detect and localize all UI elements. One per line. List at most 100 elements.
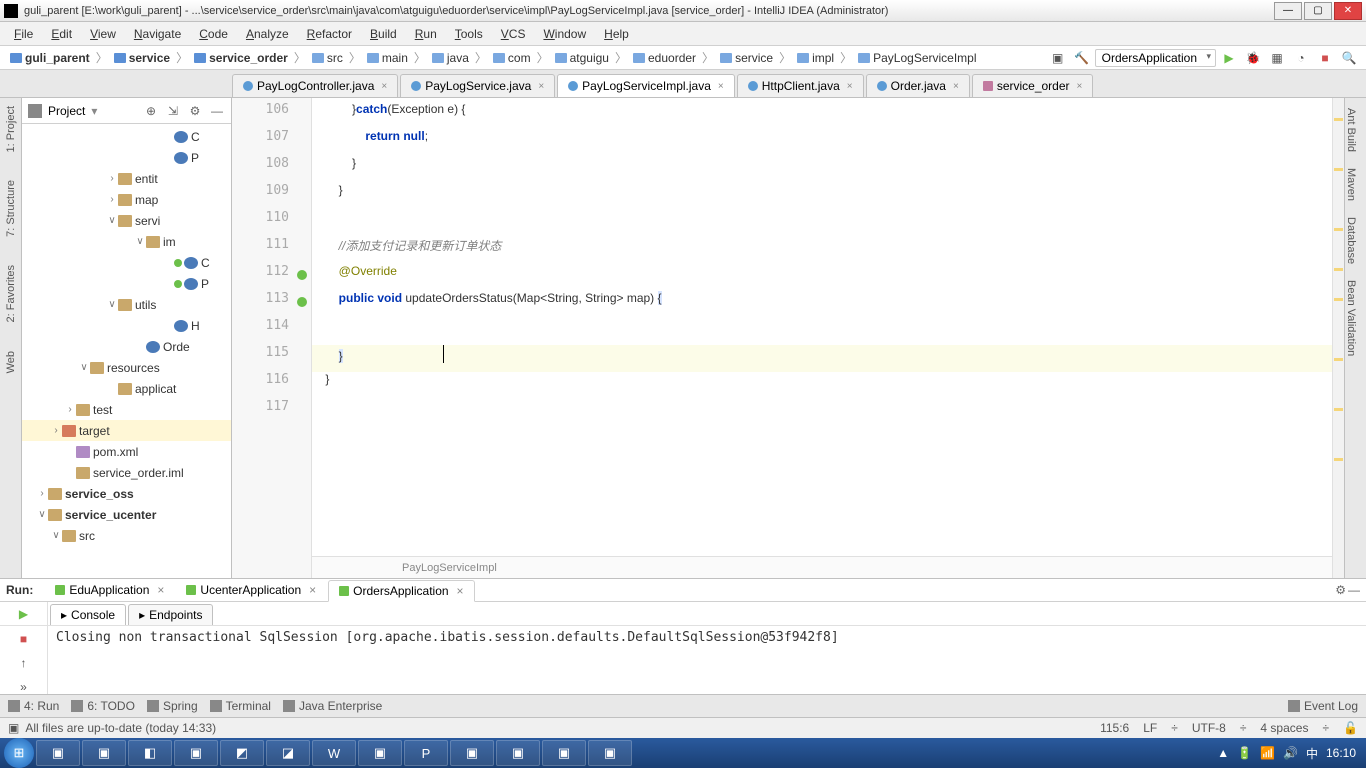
search-icon[interactable]: 🔍 — [1340, 49, 1358, 67]
tool-window-button[interactable]: 2: Favorites — [5, 261, 17, 326]
tree-item[interactable]: P — [22, 147, 231, 168]
status-sync-icon[interactable]: ▣ — [8, 721, 19, 735]
taskbar-app[interactable]: ▣ — [82, 740, 126, 766]
code-line[interactable] — [312, 210, 1332, 237]
breadcrumb-item[interactable]: java — [428, 50, 473, 66]
tree-item[interactable]: H — [22, 315, 231, 336]
tool-window-button[interactable]: Maven — [1345, 162, 1357, 207]
code-line[interactable]: return null; — [312, 129, 1332, 156]
tree-item[interactable]: applicat — [22, 378, 231, 399]
start-button[interactable]: ⊞ — [4, 738, 34, 768]
taskbar-app[interactable]: ◩ — [220, 740, 264, 766]
tree-item[interactable]: ∨servi — [22, 210, 231, 231]
profile-icon[interactable]: ◔ — [1292, 49, 1310, 67]
tray-battery-icon[interactable]: 🔋 — [1237, 746, 1252, 760]
close-tab-icon[interactable]: × — [1077, 81, 1083, 92]
bottom-tool-button[interactable]: Terminal — [210, 699, 271, 713]
nav-back-icon[interactable]: ▣ — [1049, 49, 1067, 67]
menu-help[interactable]: Help — [596, 25, 637, 43]
taskbar-app[interactable]: ◪ — [266, 740, 310, 766]
tree-item[interactable]: ›test — [22, 399, 231, 420]
system-tray[interactable]: ▲ 🔋 📶 🔊 中 16:10 — [1217, 745, 1362, 762]
tray-network-icon[interactable]: 📶 — [1260, 746, 1275, 760]
run-hide-icon[interactable]: — — [1348, 583, 1360, 597]
editor-tab[interactable]: HttpClient.java× — [737, 74, 864, 97]
taskbar-app[interactable]: ▣ — [450, 740, 494, 766]
breadcrumb-item[interactable]: service — [716, 50, 777, 66]
close-tab-icon[interactable]: × — [953, 81, 959, 92]
taskbar-app[interactable]: ▣ — [542, 740, 586, 766]
tree-item[interactable]: ∨im — [22, 231, 231, 252]
menu-build[interactable]: Build — [362, 25, 405, 43]
tree-item[interactable]: ›entit — [22, 168, 231, 189]
run-config-tab[interactable]: EduApplication× — [45, 580, 174, 600]
code-line[interactable]: @Override — [312, 264, 1332, 291]
code-line[interactable]: } — [312, 156, 1332, 183]
event-log-button[interactable]: Event Log — [1288, 699, 1358, 713]
bottom-tool-button[interactable]: Java Enterprise — [283, 699, 382, 713]
breadcrumb-item[interactable]: main — [363, 50, 412, 66]
bottom-tool-button[interactable]: Spring — [147, 699, 198, 713]
editor-tab[interactable]: PayLogServiceImpl.java× — [557, 74, 735, 97]
project-collapse-icon[interactable]: ⇲ — [165, 103, 181, 119]
tool-window-button[interactable]: 7: Structure — [5, 176, 17, 241]
menu-edit[interactable]: Edit — [43, 25, 80, 43]
close-tab-icon[interactable]: × — [381, 81, 387, 92]
error-stripe[interactable] — [1332, 98, 1344, 578]
editor[interactable]: 106107108109110111112113114115116117 }ca… — [232, 98, 1344, 578]
editor-tab[interactable]: PayLogController.java× — [232, 74, 398, 97]
project-hide-icon[interactable]: — — [209, 103, 225, 119]
tree-item[interactable]: ∨src — [22, 525, 231, 546]
rerun-button[interactable]: ▶ — [19, 607, 28, 621]
editor-tab[interactable]: service_order× — [972, 74, 1094, 97]
tree-item[interactable]: ›service_oss — [22, 483, 231, 504]
tree-item[interactable]: C — [22, 252, 231, 273]
status-indent[interactable]: 4 spaces — [1260, 721, 1308, 735]
menu-analyze[interactable]: Analyze — [238, 25, 297, 43]
run-config-select[interactable]: OrdersApplication — [1095, 49, 1216, 67]
menu-refactor[interactable]: Refactor — [299, 25, 360, 43]
taskbar-app[interactable]: ▣ — [496, 740, 540, 766]
tool-window-button[interactable]: 1: Project — [5, 102, 17, 156]
breadcrumb-item[interactable]: atguigu — [551, 50, 613, 66]
project-settings-icon[interactable]: ⚙ — [187, 103, 203, 119]
close-tab-icon[interactable]: × — [538, 81, 544, 92]
bottom-tool-button[interactable]: 6: TODO — [71, 699, 135, 713]
run-settings-icon[interactable]: ⚙ — [1335, 583, 1346, 597]
close-tab-icon[interactable]: × — [718, 81, 724, 92]
breadcrumb-item[interactable]: eduorder — [629, 50, 700, 66]
minimize-button[interactable]: — — [1274, 2, 1302, 20]
console-tab[interactable]: ▸Endpoints — [128, 604, 213, 625]
taskbar-app[interactable]: ▣ — [588, 740, 632, 766]
tool-window-button[interactable]: Web — [5, 347, 17, 377]
menu-file[interactable]: File — [6, 25, 41, 43]
breadcrumb-item[interactable]: service — [110, 50, 174, 66]
tree-item[interactable]: P — [22, 273, 231, 294]
breadcrumb-item[interactable]: service_order — [190, 50, 292, 66]
tree-item[interactable]: pom.xml — [22, 441, 231, 462]
taskbar-app[interactable]: W — [312, 740, 356, 766]
tree-item[interactable]: ∨service_ucenter — [22, 504, 231, 525]
taskbar-app[interactable]: ▣ — [174, 740, 218, 766]
code-line[interactable]: } — [312, 372, 1332, 399]
build-icon[interactable]: 🔨 — [1073, 49, 1091, 67]
breadcrumb-item[interactable]: guli_parent — [6, 50, 94, 66]
breadcrumb-item[interactable]: src — [308, 50, 347, 66]
close-tab-icon[interactable]: × — [847, 81, 853, 92]
stop-icon[interactable]: ■ — [1316, 49, 1334, 67]
maximize-button[interactable]: ▢ — [1304, 2, 1332, 20]
tray-time[interactable]: 16:10 — [1326, 746, 1356, 760]
status-lock-icon[interactable]: 🔓 — [1343, 721, 1358, 735]
tray-volume-icon[interactable]: 🔊 — [1283, 746, 1298, 760]
tool-window-button[interactable]: Database — [1345, 211, 1357, 270]
code-area[interactable]: }catch(Exception e) { return null; } } /… — [312, 98, 1332, 578]
breadcrumb-item[interactable]: com — [489, 50, 535, 66]
menu-run[interactable]: Run — [407, 25, 445, 43]
code-line[interactable]: }catch(Exception e) { — [312, 102, 1332, 129]
run-config-tab[interactable]: UcenterApplication× — [176, 580, 326, 600]
tree-item[interactable]: ∨resources — [22, 357, 231, 378]
menu-tools[interactable]: Tools — [447, 25, 491, 43]
code-line[interactable]: } — [312, 345, 1332, 372]
bottom-tool-button[interactable]: 4: Run — [8, 699, 59, 713]
status-line-sep[interactable]: LF — [1143, 721, 1157, 735]
